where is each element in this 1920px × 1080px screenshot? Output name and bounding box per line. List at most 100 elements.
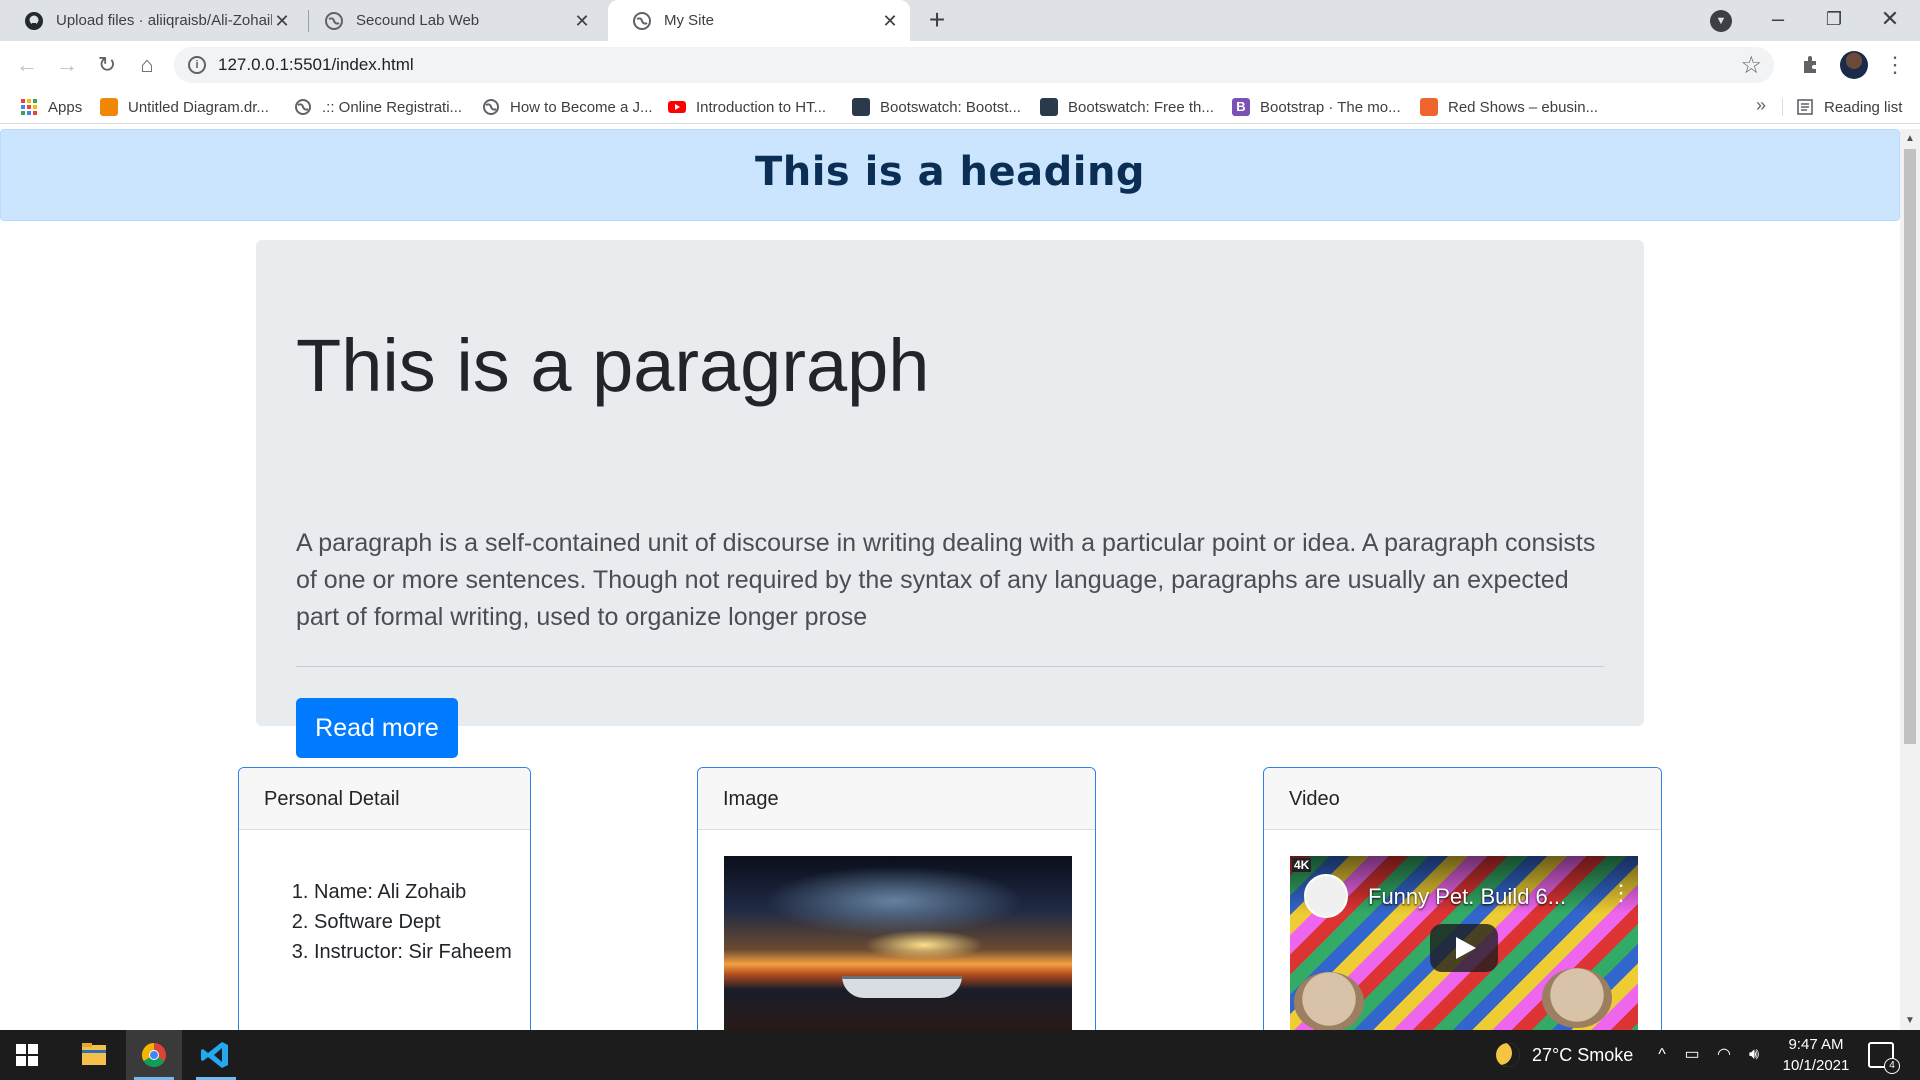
globe-icon [483, 99, 499, 115]
more-bookmarks-chevron[interactable]: » [1756, 95, 1766, 116]
scroll-up-arrow-icon[interactable]: ▲ [1905, 133, 1915, 144]
scroll-down-arrow-icon[interactable]: ▼ [1905, 1015, 1915, 1026]
system-clock[interactable]: 9:47 AM 10/1/2021 [1768, 1034, 1864, 1076]
tab-search-icon[interactable]: ▼ [1710, 10, 1732, 32]
bookmark-star-icon[interactable]: ☆ [1740, 51, 1762, 80]
channel-avatar[interactable] [1304, 874, 1348, 918]
url-text[interactable]: 127.0.0.1:5501/index.html [218, 55, 414, 75]
bookmark-bootswatch-2[interactable]: Bootswatch: Free th... [1040, 90, 1214, 124]
tab-my-site[interactable]: My Site ✕ [608, 0, 910, 41]
scrollbar-thumb[interactable] [1904, 149, 1916, 744]
volume-icon[interactable]: 🔊︎ [1742, 1030, 1766, 1080]
close-tab-icon[interactable]: ✕ [572, 11, 592, 31]
tab-title: Upload files · aliiqraisb/Ali-Zohaib [56, 12, 272, 29]
card-video: Video 4K Funny Pet. Build 6... ⋮ [1263, 767, 1662, 1030]
taskbar-chrome[interactable] [126, 1030, 182, 1080]
page-viewport: This is a heading This is a paragraph A … [0, 129, 1900, 1030]
minimize-button[interactable]: – [1750, 0, 1806, 41]
reading-list-button[interactable]: Reading list [1796, 90, 1902, 124]
notification-center-icon[interactable]: 4 [1868, 1042, 1900, 1074]
card-header: Video [1264, 768, 1661, 830]
clock-time: 9:47 AM [1788, 1036, 1844, 1053]
tab-title: My Site [664, 12, 715, 29]
bookmarks-bar: Apps Untitled Diagram.dr... .:: Online R… [0, 90, 1920, 124]
bookmark-drawio[interactable]: Untitled Diagram.dr... [100, 90, 269, 124]
reload-icon[interactable]: ↻ [92, 50, 122, 80]
profile-avatar[interactable] [1840, 51, 1868, 79]
image-boat [842, 976, 962, 998]
globe-icon [633, 11, 651, 30]
forward-arrow-icon[interactable]: → [52, 50, 82, 80]
moon-weather-icon [1496, 1043, 1520, 1067]
jumbotron: This is a paragraph A paragraph is a sel… [256, 240, 1644, 758]
clock-date: 10/1/2021 [1782, 1057, 1850, 1074]
github-icon [25, 11, 43, 30]
list-item: Instructor: Sir Faheem [314, 937, 530, 967]
extensions-puzzle-icon[interactable] [1800, 53, 1822, 75]
close-tab-icon[interactable]: ✕ [880, 11, 900, 31]
notification-count-badge: 4 [1884, 1058, 1900, 1074]
browser-toolbar: ← → ↻ ⌂ i 127.0.0.1:5501/index.html ☆ [0, 41, 1920, 90]
windows-taskbar: 27°C Smoke ^ ▭ ◠ 🔊︎ 9:47 AM 10/1/2021 4 [0, 1030, 1920, 1080]
site-header: This is a heading [0, 129, 1900, 221]
windows-start-icon[interactable] [16, 1044, 38, 1066]
drawio-icon [100, 98, 118, 116]
bookmark-bootswatch-1[interactable]: Bootswatch: Bootst... [852, 90, 1021, 124]
globe-icon [325, 11, 343, 30]
video-title[interactable]: Funny Pet. Build 6... [1368, 884, 1566, 910]
image-sun-glow [864, 930, 984, 960]
weather-text: 27°C Smoke [1532, 1044, 1634, 1065]
bookmark-apps[interactable]: Apps [20, 90, 82, 124]
weather-widget[interactable]: 27°C Smoke [1496, 1030, 1633, 1080]
site-info-icon[interactable]: i [188, 56, 206, 74]
bookmark-how-to-become[interactable]: How to Become a J... [482, 90, 653, 124]
back-arrow-icon[interactable]: ← [12, 50, 42, 80]
taskbar-file-explorer[interactable] [66, 1030, 122, 1080]
bootswatch-icon [852, 98, 870, 116]
card-header: Image [698, 768, 1095, 830]
close-tab-icon[interactable]: ✕ [272, 11, 292, 31]
personal-detail-list: Name: Ali Zohaib Software Dept Instructo… [314, 877, 530, 967]
bootswatch-icon [1040, 98, 1058, 116]
close-window-button[interactable]: ✕ [1862, 0, 1918, 41]
page-scrollbar[interactable]: ▲ ▼ [1900, 129, 1920, 1030]
video-play-button[interactable] [1430, 924, 1498, 972]
read-more-button[interactable]: Read more [296, 698, 458, 758]
play-icon [1456, 937, 1476, 959]
bookmark-red-shows[interactable]: Red Shows – ebusin... [1420, 90, 1598, 124]
bookmark-label: Bootswatch: Bootst... [880, 98, 1021, 116]
globe-icon [295, 99, 311, 115]
youtube-video-embed[interactable]: 4K Funny Pet. Build 6... ⋮ [1290, 856, 1638, 1030]
bookmark-online-registration[interactable]: .:: Online Registrati... [294, 90, 462, 124]
hamster-image [1542, 968, 1612, 1028]
bookmarks-separator [1782, 98, 1783, 116]
bookmark-label: Bootswatch: Free th... [1068, 98, 1214, 116]
address-bar[interactable]: i 127.0.0.1:5501/index.html ☆ [174, 47, 1774, 83]
bookmark-label: Red Shows – ebusin... [1448, 98, 1599, 116]
home-icon[interactable]: ⌂ [132, 50, 162, 80]
card-personal-detail: Personal Detail Name: Ali Zohaib Softwar… [238, 767, 531, 1030]
battery-icon[interactable]: ▭ [1680, 1030, 1704, 1080]
apps-grid-icon [21, 99, 37, 115]
new-tab-button[interactable]: + [922, 6, 952, 36]
sunset-boat-image [724, 856, 1072, 1030]
folder-icon [82, 1043, 106, 1065]
redshows-icon [1420, 98, 1438, 116]
browser-menu-icon[interactable]: ⋮ [1884, 50, 1906, 80]
bookmark-label: Bootstrap · The mo... [1260, 98, 1401, 116]
restore-button[interactable]: ❐ [1806, 0, 1862, 41]
tab-secound-lab-web[interactable]: Secound Lab Web ✕ [300, 0, 602, 41]
show-hidden-icons-chevron[interactable]: ^ [1652, 1030, 1672, 1080]
wifi-icon[interactable]: ◠ [1712, 1030, 1736, 1080]
tab-title: Secound Lab Web [356, 12, 480, 29]
taskbar-vscode[interactable] [188, 1030, 244, 1080]
bookmark-label: Apps [48, 98, 83, 116]
tab-upload-files[interactable]: Upload files · aliiqraisb/Ali-Zohaib ✕ [0, 0, 302, 41]
video-4k-badge: 4K [1292, 858, 1312, 872]
vscode-icon [201, 1042, 228, 1068]
bookmark-bootstrap[interactable]: B Bootstrap · The mo... [1232, 90, 1401, 124]
bookmark-introduction-to-html[interactable]: Introduction to HT... [668, 90, 826, 124]
card-header: Personal Detail [239, 768, 530, 830]
reading-list-icon [1797, 99, 1813, 115]
video-menu-icon[interactable]: ⋮ [1610, 880, 1632, 906]
